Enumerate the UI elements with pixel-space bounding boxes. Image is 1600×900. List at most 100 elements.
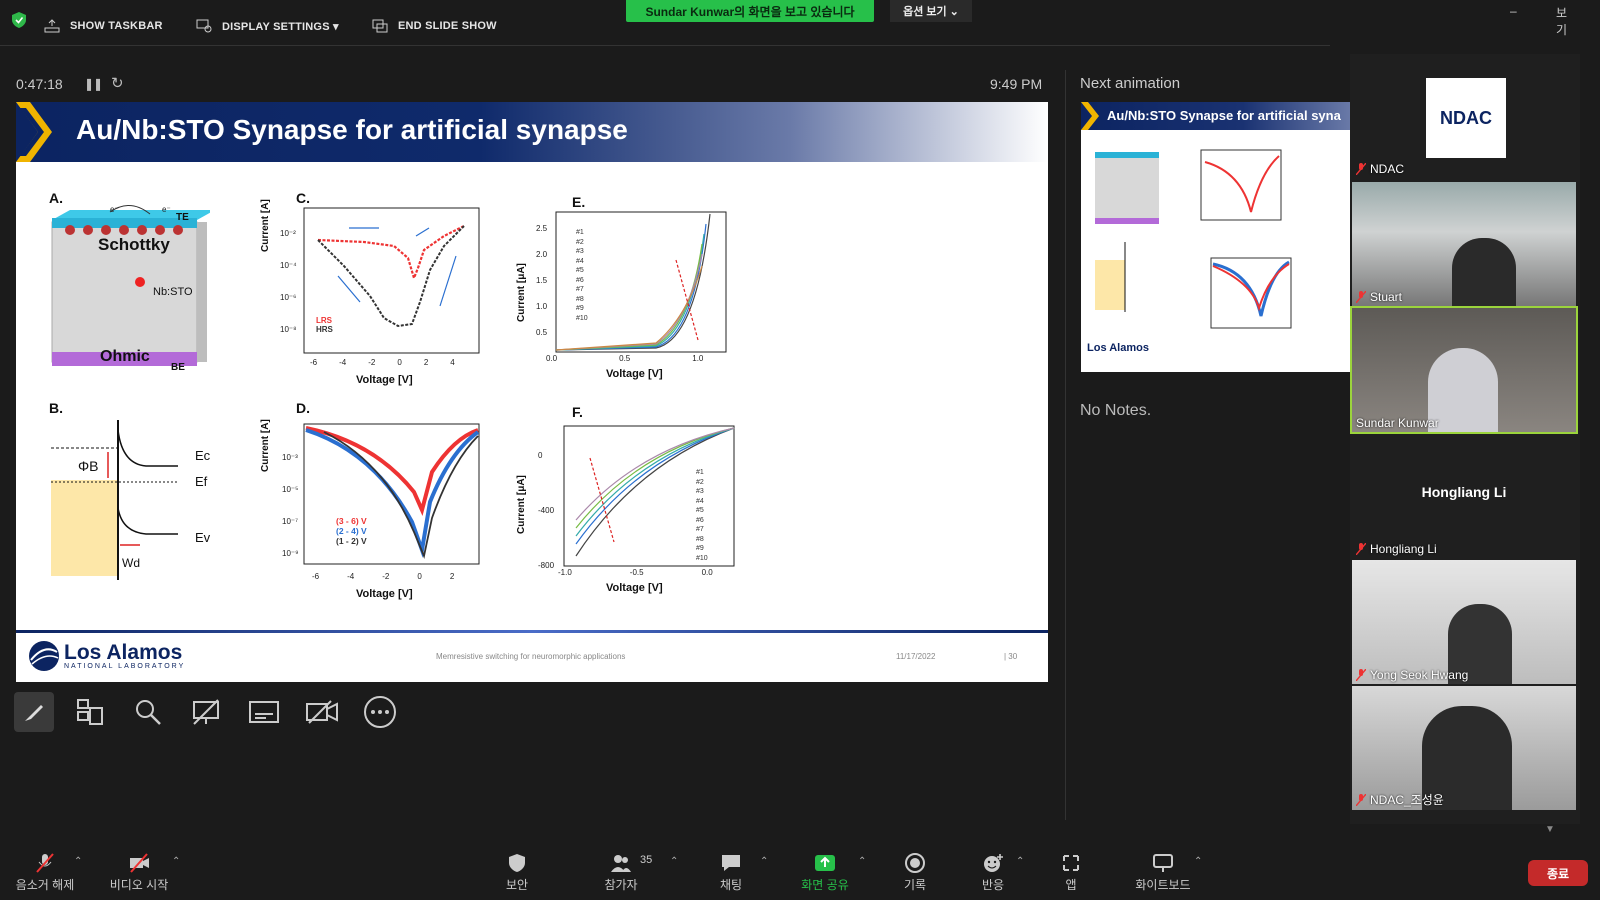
lanl-name: Los Alamos — [64, 640, 183, 664]
participant-tile[interactable]: Yong Seok Hwang — [1352, 560, 1576, 684]
mic-muted-icon — [36, 853, 54, 873]
end-slide-show-button[interactable]: END SLIDE SHOW — [372, 19, 497, 33]
record-button[interactable]: 기록 — [880, 852, 950, 893]
audio-options-chevron-icon[interactable]: ⌃ — [74, 856, 82, 867]
display-settings-icon — [196, 19, 212, 33]
electron-label-2: e⁻ — [162, 205, 171, 214]
whiteboard-button[interactable]: 화이트보드 — [1128, 852, 1198, 893]
view-label: 보기 — [1556, 6, 1568, 37]
mic-muted-icon — [1356, 163, 1366, 175]
video-options-chevron-icon[interactable]: ⌃ — [172, 856, 180, 867]
panel-d-label: D. — [296, 400, 310, 416]
view-toggle[interactable]: 보기 — [1556, 4, 1567, 38]
participant-name: NDAC — [1356, 162, 1404, 176]
pen-icon — [25, 705, 43, 721]
view-options-button[interactable]: 옵션 보기 ⌄ — [890, 0, 972, 22]
chevron-logo-icon — [1081, 102, 1099, 130]
participant-tile[interactable]: NDAC_조성윤 — [1352, 686, 1576, 810]
next-slide-figures — [1095, 149, 1292, 329]
share-screen-button[interactable]: 화면 공유 — [790, 852, 860, 893]
plot-d-ylabel: Current [A] — [260, 419, 271, 472]
chat-button[interactable]: 채팅 — [696, 852, 766, 893]
ndac-logo-text: NDAC — [1440, 107, 1492, 128]
display-settings-button[interactable]: DISPLAY SETTINGS ▾ — [196, 19, 339, 33]
camera-off-icon — [306, 700, 338, 724]
zoom-window: SHOW TASKBAR DISPLAY SETTINGS ▾ END SLID… — [0, 0, 1600, 900]
clock: 9:49 PM — [990, 76, 1043, 92]
gallery-scroll-down-icon[interactable]: ▼ — [1545, 824, 1555, 835]
elapsed-timer: 0:47:18 — [16, 76, 63, 92]
plot-d-yticks: 10⁻³ 10⁻⁵ 10⁻⁷ 10⁻⁹ — [282, 453, 299, 558]
start-video-button[interactable]: 비디오 시작 — [104, 852, 174, 893]
plot-e-legend: #1 #2 #3 #4 #5 #6 #7 #8 #9 #10 — [576, 229, 588, 322]
next-slide-org: Los Alamos — [1087, 342, 1149, 354]
participant-tile-active-speaker[interactable]: Sundar Kunwar — [1350, 306, 1578, 434]
lanl-logo: Los Alamos NATIONAL LABORATORY — [28, 640, 185, 672]
participant-video — [1452, 238, 1516, 306]
slide-title: Au/Nb:STO Synapse for artificial synapse — [76, 114, 628, 145]
screen-off-icon — [193, 699, 219, 725]
plot-c-legend: LRS HRS — [316, 316, 333, 334]
chat-chevron-icon[interactable]: ⌃ — [760, 856, 768, 867]
plot-f-ylabel: Current [μA] — [516, 475, 527, 534]
next-slide-preview[interactable]: Au/Nb:STO Synapse for artificial syna Lo… — [1081, 102, 1351, 372]
apps-icon — [1063, 855, 1079, 871]
phi-b-label: ΦB — [78, 458, 99, 474]
end-meeting-button[interactable]: 종료 — [1528, 860, 1588, 886]
people-icon — [611, 855, 631, 872]
slide-number: | 30 — [1004, 652, 1018, 661]
reactions-chevron-icon[interactable]: ⌃ — [1016, 856, 1024, 867]
ef-label: Ef — [195, 474, 208, 489]
participant-name: Stuart — [1356, 290, 1402, 304]
restart-timer-icon[interactable]: ↻ — [111, 74, 124, 92]
participant-tile[interactable]: Stuart — [1352, 182, 1576, 306]
participant-tile[interactable]: NDAC NDAC — [1352, 54, 1576, 178]
all-slides-icon — [77, 699, 103, 725]
plot-f-xticks: -1.0 -0.5 0.0 — [558, 568, 713, 577]
plot-d-legend: (3 - 6) V (2 - 4) V (1 - 2) V — [336, 516, 367, 546]
pause-icon[interactable]: ❚❚ — [84, 77, 103, 91]
camera-off-icon — [130, 853, 149, 873]
plot-d-xticks: -6 -4 -2 0 2 — [312, 572, 455, 581]
current-slide: Au/Nb:STO Synapse for artificial synapse… — [16, 102, 1048, 682]
footer-date: 11/17/2022 — [896, 652, 936, 661]
subtitles-icon — [249, 701, 279, 723]
zoom-button[interactable] — [128, 692, 168, 732]
lanl-subtitle: NATIONAL LABORATORY — [64, 662, 186, 670]
unmute-button[interactable]: 음소거 해제 — [10, 852, 80, 893]
participant-tile[interactable]: Hongliang Li Hongliang Li — [1352, 434, 1576, 558]
ohmic-label: Ohmic — [100, 348, 150, 365]
ndac-logo: NDAC — [1426, 78, 1506, 158]
plot-c-xlabel: Voltage [V] — [356, 374, 413, 386]
next-slide-title: Au/Nb:STO Synapse for artificial syna — [1107, 108, 1341, 123]
pen-tool-button[interactable] — [14, 692, 54, 732]
participants-chevron-icon[interactable]: ⌃ — [670, 856, 678, 867]
record-icon — [905, 853, 925, 873]
mic-muted-icon — [1356, 669, 1366, 681]
chevron-logo-icon — [16, 102, 52, 162]
panel-f-label: F. — [572, 404, 583, 420]
plot-f-yticks: 0 -400 -800 — [538, 451, 555, 570]
taskbar-icon — [44, 19, 60, 33]
share-screen-icon — [815, 855, 835, 871]
iv-plot-d — [303, 423, 480, 565]
more-options-button[interactable] — [360, 692, 400, 732]
shield-icon[interactable] — [12, 12, 26, 28]
whiteboard-chevron-icon[interactable]: ⌃ — [1194, 856, 1202, 867]
end-slide-show-label: END SLIDE SHOW — [398, 20, 497, 32]
be-label: BE — [171, 362, 185, 373]
minimize-button[interactable]: – — [1510, 4, 1517, 18]
show-taskbar-button[interactable]: SHOW TASKBAR — [44, 19, 163, 33]
magnifier-icon — [136, 700, 161, 725]
divider — [0, 45, 1330, 46]
slide-grid-button[interactable] — [70, 692, 110, 732]
subtitles-button[interactable] — [244, 692, 284, 732]
plot-d-xlabel: Voltage [V] — [356, 588, 413, 600]
share-chevron-icon[interactable]: ⌃ — [858, 856, 866, 867]
black-screen-button[interactable] — [186, 692, 226, 732]
apps-button[interactable]: 앱 — [1036, 852, 1106, 893]
security-button[interactable]: 보안 — [482, 852, 552, 893]
camera-toggle-button[interactable] — [302, 692, 342, 732]
participant-name: Yong Seok Hwang — [1356, 668, 1468, 682]
pane-divider[interactable] — [1065, 70, 1066, 820]
